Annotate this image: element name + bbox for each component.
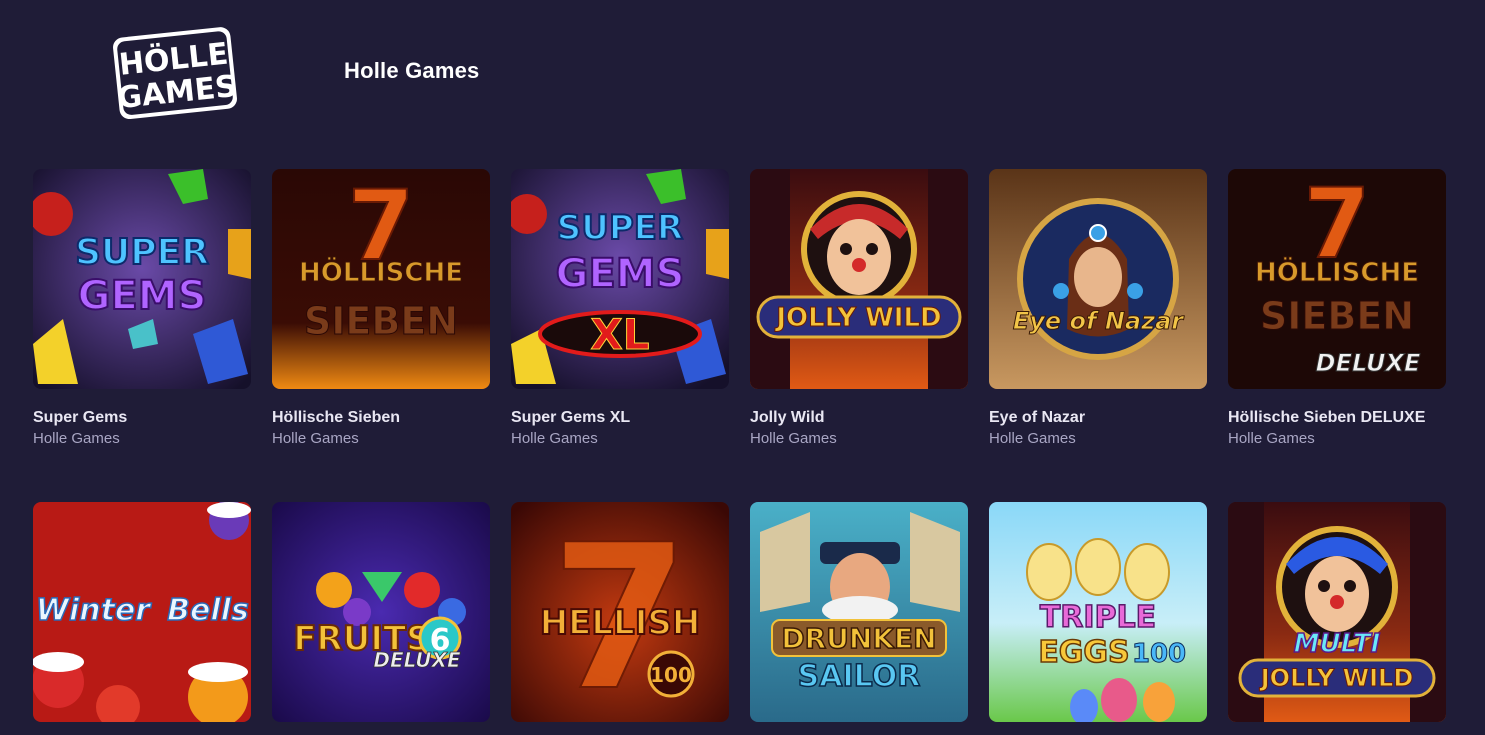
game-provider: Holle Games bbox=[750, 430, 837, 447]
svg-text:DELUXE: DELUXE bbox=[373, 648, 461, 672]
game-thumbnail[interactable]: SUPER GEMS bbox=[33, 169, 251, 389]
game-thumbnail[interactable]: MULTI JOLLY WILD bbox=[1228, 502, 1446, 722]
svg-text:GEMS: GEMS bbox=[78, 273, 207, 319]
svg-text:Eye of Nazar: Eye of Nazar bbox=[1013, 307, 1185, 335]
game-card[interactable]: SUPER GEMS Super Gems Holle Games bbox=[33, 169, 251, 449]
game-provider: Holle Games bbox=[272, 430, 359, 447]
game-provider: Holle Games bbox=[511, 430, 598, 447]
svg-text:EGGS: EGGS bbox=[1038, 635, 1129, 670]
holle-games-logo[interactable]: HÖLLE GAMES bbox=[110, 22, 242, 124]
game-card[interactable]: FRUITS 6 DELUXE bbox=[272, 502, 490, 735]
game-card[interactable]: Winter Bells bbox=[33, 502, 251, 735]
game-card[interactable]: Eye of Nazar Eye of Nazar Holle Games bbox=[989, 169, 1207, 449]
svg-text:SAILOR: SAILOR bbox=[798, 659, 921, 694]
game-card[interactable]: 7 HÖLLISCHE SIEBEN DELUXE Höllische Sieb… bbox=[1228, 169, 1446, 449]
svg-text:Winter: Winter bbox=[36, 593, 152, 628]
game-card[interactable]: JOLLY WILD Jolly Wild Holle Games bbox=[750, 169, 968, 449]
game-provider: Holle Games bbox=[1228, 430, 1315, 447]
game-provider: Holle Games bbox=[33, 430, 120, 447]
game-card[interactable]: DRUNKEN SAILOR bbox=[750, 502, 968, 735]
game-thumbnail[interactable]: Winter Bells bbox=[33, 502, 251, 722]
game-thumbnail[interactable]: JOLLY WILD bbox=[750, 169, 968, 389]
svg-text:SUPER: SUPER bbox=[75, 232, 209, 273]
game-provider: Holle Games bbox=[989, 430, 1076, 447]
svg-text:HELLISH: HELLISH bbox=[540, 603, 701, 643]
svg-text:XL: XL bbox=[590, 310, 649, 359]
game-thumbnail[interactable]: 7 HÖLLISCHE SIEBEN bbox=[272, 169, 490, 389]
svg-text:DELUXE: DELUXE bbox=[1316, 349, 1421, 377]
svg-text:GEMS: GEMS bbox=[556, 251, 685, 297]
game-title[interactable]: Höllische Sieben bbox=[272, 404, 490, 431]
svg-text:100: 100 bbox=[1132, 639, 1186, 669]
svg-text:HÖLLISCHE: HÖLLISCHE bbox=[299, 255, 463, 288]
page-title: Holle Games bbox=[344, 58, 480, 83]
svg-text:MULTI: MULTI bbox=[1294, 629, 1381, 659]
game-thumbnail[interactable]: DRUNKEN SAILOR bbox=[750, 502, 968, 722]
game-card[interactable]: MULTI JOLLY WILD bbox=[1228, 502, 1446, 735]
svg-text:100: 100 bbox=[650, 663, 692, 687]
game-thumbnail[interactable]: Eye of Nazar bbox=[989, 169, 1207, 389]
svg-text:TRIPLE: TRIPLE bbox=[1040, 600, 1156, 635]
game-thumbnail[interactable]: TRIPLE EGGS 100 bbox=[989, 502, 1207, 722]
svg-text:HÖLLISCHE: HÖLLISCHE bbox=[1255, 255, 1419, 288]
game-title[interactable]: Höllische Sieben DELUXE bbox=[1228, 404, 1446, 431]
game-card[interactable]: 7 HÖLLISCHE SIEBEN Höllische Sieben Holl… bbox=[272, 169, 490, 449]
svg-text:SIEBEN: SIEBEN bbox=[304, 299, 458, 343]
game-thumbnail[interactable]: FRUITS 6 DELUXE bbox=[272, 502, 490, 722]
svg-text:DRUNKEN: DRUNKEN bbox=[781, 622, 936, 655]
game-card[interactable]: SUPER GEMS XL Super Gems XL Holle Games bbox=[511, 169, 729, 449]
game-title[interactable]: Jolly Wild bbox=[750, 404, 968, 431]
svg-text:SIEBEN: SIEBEN bbox=[1260, 294, 1414, 338]
svg-text:SUPER: SUPER bbox=[557, 208, 683, 248]
game-thumbnail[interactable]: 7 HÖLLISCHE SIEBEN DELUXE bbox=[1228, 169, 1446, 389]
game-thumbnail[interactable]: 7 HELLISH 100 bbox=[511, 502, 729, 722]
svg-text:JOLLY WILD: JOLLY WILD bbox=[1259, 664, 1414, 692]
game-title[interactable]: Super Gems XL bbox=[511, 404, 729, 431]
svg-text:Bells: Bells bbox=[167, 593, 249, 628]
game-title[interactable]: Super Gems bbox=[33, 404, 251, 431]
game-card[interactable]: 7 HELLISH 100 bbox=[511, 502, 729, 735]
game-title[interactable]: Eye of Nazar bbox=[989, 404, 1207, 431]
game-card[interactable]: TRIPLE EGGS 100 bbox=[989, 502, 1207, 735]
svg-text:JOLLY WILD: JOLLY WILD bbox=[774, 303, 941, 333]
game-thumbnail[interactable]: SUPER GEMS XL bbox=[511, 169, 729, 389]
page-header: HÖLLE GAMES Holle Games bbox=[0, 0, 1485, 150]
